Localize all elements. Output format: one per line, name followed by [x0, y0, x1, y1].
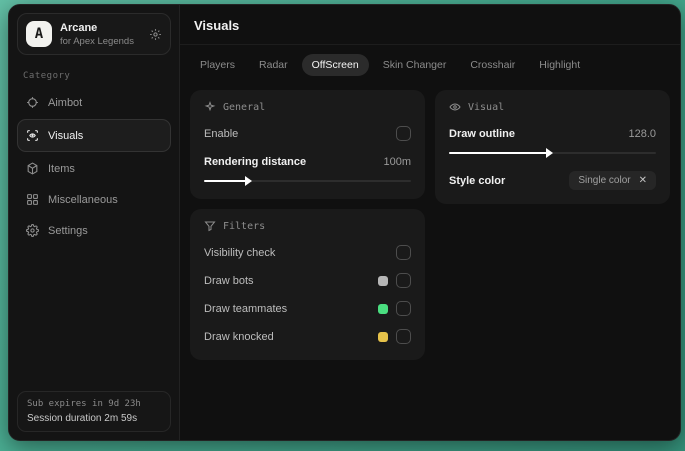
app-window: A Arcane for Apex Legends Category Aimbo… — [8, 4, 681, 441]
enable-checkbox[interactable] — [396, 126, 411, 141]
rendering-distance-label: Rendering distance — [204, 155, 307, 168]
app-header: A Arcane for Apex Legends — [17, 13, 171, 55]
general-panel: General Enable Rendering distance 100m — [190, 90, 425, 199]
draw-knocked-checkbox[interactable] — [396, 329, 411, 344]
draw-teammates-color-swatch[interactable] — [378, 303, 388, 314]
draw-bots-checkbox[interactable] — [396, 273, 411, 288]
style-color-label: Style color — [449, 174, 506, 187]
category-label: Category — [23, 71, 71, 81]
draw-outline-value: 128.0 — [628, 127, 656, 140]
visual-panel-title: Visual — [468, 101, 505, 113]
visibility-check-checkbox[interactable] — [396, 245, 411, 260]
filters-panel: Filters Visibility check Draw bots Draw … — [190, 209, 425, 360]
app-subtitle: for Apex Legends — [60, 35, 134, 47]
crosshair-icon — [26, 96, 39, 109]
tab-skin-changer[interactable]: Skin Changer — [373, 54, 457, 76]
rendering-distance-slider[interactable] — [204, 176, 411, 186]
sidebar: A Arcane for Apex Legends Category Aimbo… — [9, 5, 180, 440]
sidebar-item-settings[interactable]: Settings — [17, 216, 171, 245]
sub-expiry-text: Sub expires in 9d 23h — [27, 399, 141, 409]
filter-row: Draw knocked — [204, 326, 411, 347]
filter-row: Visibility check — [204, 242, 411, 263]
tab-crosshair[interactable]: Crosshair — [460, 54, 525, 76]
filter-row: Draw teammates — [204, 298, 411, 319]
draw-outline-row: Draw outline 128.0 — [449, 123, 656, 144]
general-panel-title: General — [223, 101, 266, 113]
content-area: Visuals Players Radar OffScreen Skin Cha… — [180, 5, 680, 440]
slider-thumb[interactable] — [546, 148, 554, 158]
page-title: Visuals — [194, 18, 240, 33]
tab-offscreen[interactable]: OffScreen — [301, 54, 369, 76]
sidebar-item-visuals[interactable]: Visuals — [17, 119, 171, 152]
rendering-distance-row: Rendering distance 100m — [204, 151, 411, 172]
slider-thumb[interactable] — [245, 176, 253, 186]
sparkle-icon — [204, 101, 216, 113]
package-icon — [26, 162, 39, 175]
panel-area: General Enable Rendering distance 100m F… — [180, 80, 680, 440]
gear-icon — [26, 224, 39, 237]
draw-outline-slider[interactable] — [449, 148, 656, 158]
funnel-icon — [204, 220, 216, 232]
sidebar-item-label: Miscellaneous — [48, 193, 118, 206]
content-header: Visuals — [180, 5, 680, 45]
sidebar-item-items[interactable]: Items — [17, 154, 171, 183]
app-logo: A — [26, 21, 52, 47]
draw-teammates-checkbox[interactable] — [396, 301, 411, 316]
filters-panel-title: Filters — [223, 220, 266, 232]
draw-bots-color-swatch[interactable] — [378, 275, 388, 286]
tab-bar: Players Radar OffScreen Skin Changer Cro… — [180, 45, 680, 80]
close-icon[interactable]: ✕ — [639, 175, 647, 186]
filter-row: Draw bots — [204, 270, 411, 291]
tab-players[interactable]: Players — [190, 54, 245, 76]
draw-outline-label: Draw outline — [449, 127, 516, 140]
draw-knocked-color-swatch[interactable] — [378, 331, 388, 342]
visual-panel: Visual Draw outline 128.0 Style color Si… — [435, 90, 670, 204]
eye-scan-icon — [26, 129, 39, 142]
sidebar-item-label: Aimbot — [48, 96, 83, 109]
session-info-box: Sub expires in 9d 23h Session duration 2… — [17, 391, 171, 432]
sidebar-item-aimbot[interactable]: Aimbot — [17, 88, 171, 117]
style-color-value: Single color — [578, 175, 631, 186]
sidebar-item-label: Items — [48, 162, 75, 175]
tab-radar[interactable]: Radar — [249, 54, 298, 76]
enable-row: Enable — [204, 123, 411, 144]
style-color-select[interactable]: Single color ✕ — [569, 171, 656, 190]
session-duration-text: Session duration 2m 59s — [27, 413, 138, 424]
grid-icon — [26, 193, 39, 206]
settings-icon[interactable] — [149, 28, 162, 41]
tab-highlight[interactable]: Highlight — [529, 54, 590, 76]
sidebar-item-miscellaneous[interactable]: Miscellaneous — [17, 185, 171, 214]
eye-icon — [449, 101, 461, 113]
style-color-row: Style color Single color ✕ — [449, 170, 656, 191]
enable-label: Enable — [204, 127, 239, 140]
rendering-distance-value: 100m — [383, 155, 411, 168]
sidebar-item-label: Visuals — [48, 129, 84, 142]
app-title: Arcane — [60, 21, 98, 34]
sidebar-item-label: Settings — [48, 224, 88, 237]
